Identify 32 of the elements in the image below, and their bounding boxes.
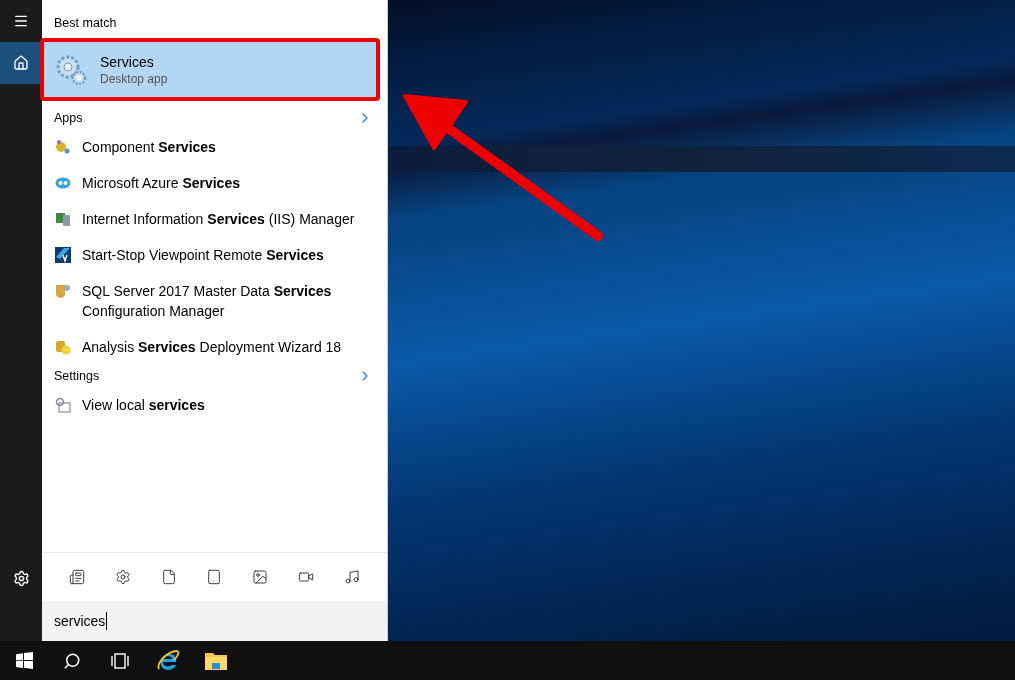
result-item[interactable]: Services Desktop app bbox=[44, 42, 376, 97]
result-item[interactable]: SQL Server 2017 Master Data Services Configuration Manager bbox=[82, 281, 375, 321]
music-note-icon bbox=[344, 569, 360, 585]
news-icon bbox=[68, 569, 85, 585]
result-item[interactable]: Internet Information Services (IIS) Manager bbox=[82, 209, 375, 229]
windows-logo-icon[interactable] bbox=[15, 652, 33, 669]
image-icon bbox=[252, 569, 269, 585]
tablet-icon bbox=[206, 569, 223, 585]
result-item[interactable]: Microsoft Azure Services bbox=[82, 173, 375, 193]
browser-e-icon[interactable] bbox=[156, 648, 180, 673]
app-icon bbox=[54, 395, 72, 415]
result-item[interactable]: View local services bbox=[82, 395, 375, 415]
section-heading: Settings bbox=[54, 369, 100, 383]
search-icon[interactable] bbox=[63, 651, 81, 670]
home-button[interactable] bbox=[0, 42, 42, 84]
video-camera-icon bbox=[298, 569, 315, 585]
settings-icon bbox=[114, 569, 131, 585]
search-field[interactable]: services bbox=[42, 601, 387, 641]
result-item[interactable]: Analysis Services Deployment Wizard 18 bbox=[82, 337, 375, 357]
result-item[interactable]: Start-Stop Viewpoint Remote Services bbox=[82, 245, 375, 265]
section-heading: Best match bbox=[54, 16, 117, 30]
settings-icon bbox=[12, 569, 30, 587]
result-subtitle: Desktop app bbox=[100, 71, 168, 86]
menu-icon bbox=[13, 13, 29, 29]
section-heading: Apps bbox=[54, 111, 83, 125]
result-title: Services bbox=[100, 53, 155, 70]
app-icon bbox=[54, 245, 72, 265]
document-icon bbox=[160, 569, 177, 585]
result-item[interactable]: Component Services bbox=[82, 137, 375, 157]
home-icon bbox=[13, 55, 29, 71]
task-view-icon[interactable] bbox=[110, 652, 130, 669]
folder-icon[interactable] bbox=[205, 651, 227, 670]
